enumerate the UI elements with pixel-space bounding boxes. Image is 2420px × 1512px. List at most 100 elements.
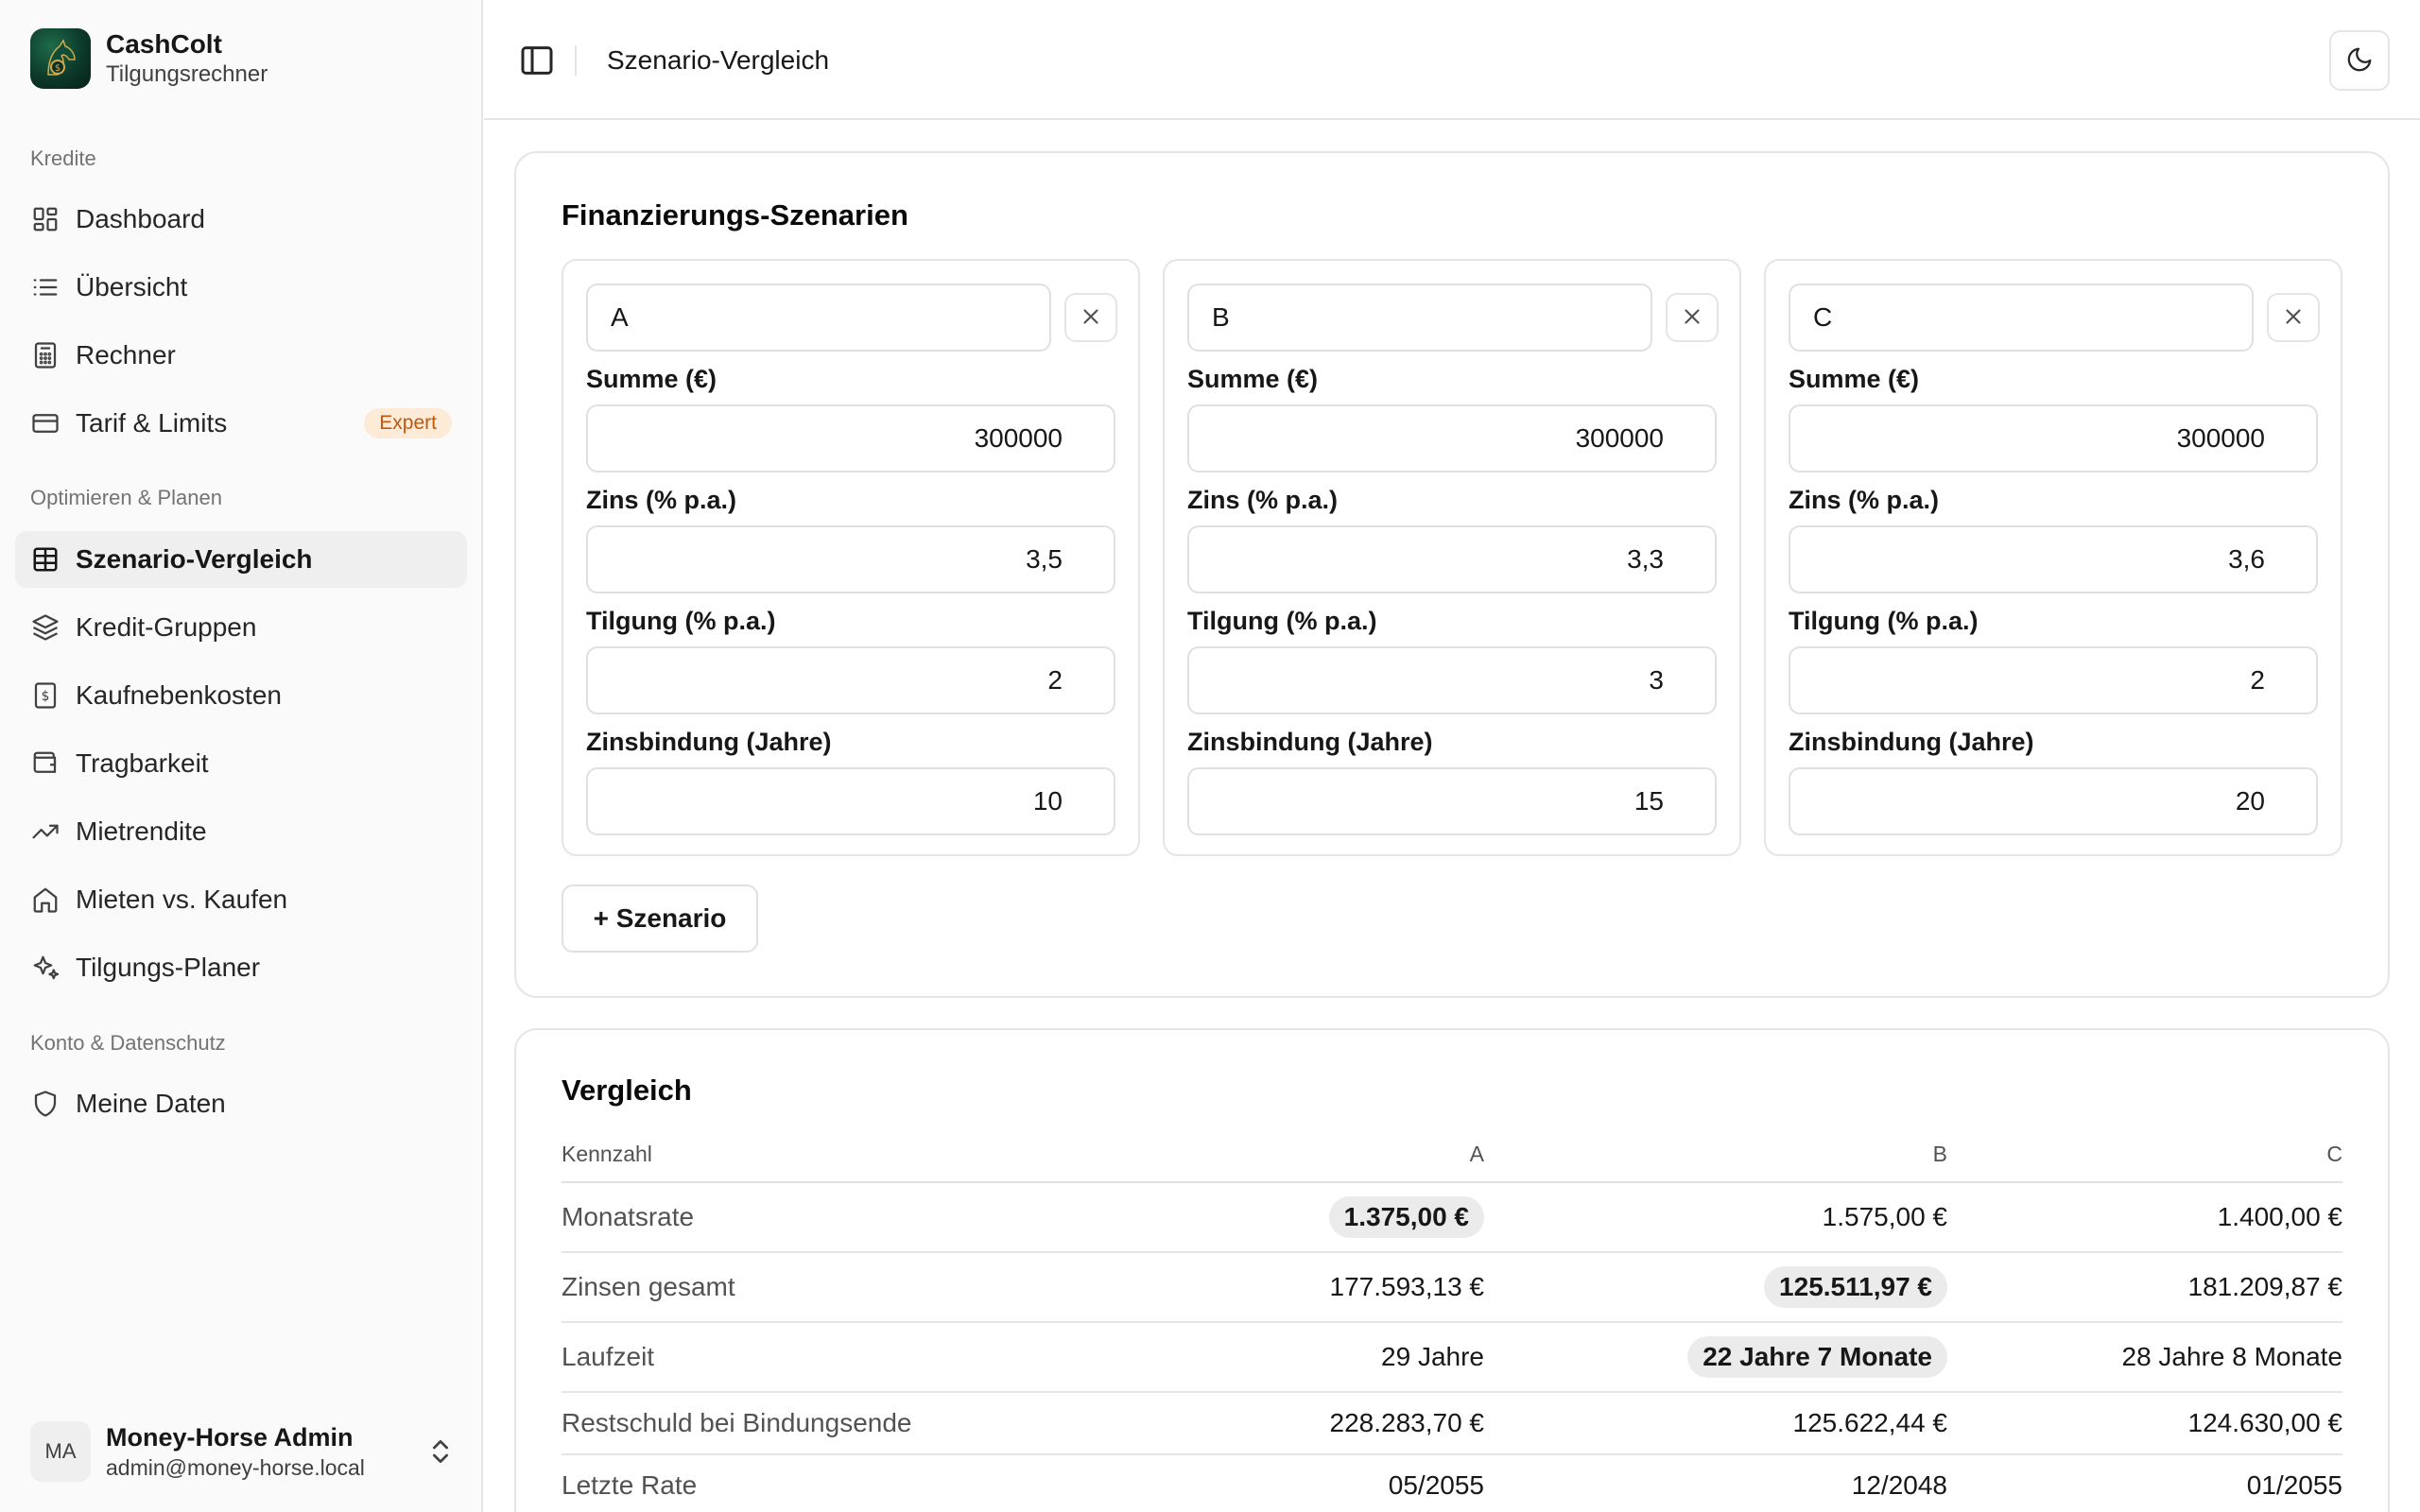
theme-toggle-button[interactable] (2329, 30, 2390, 91)
remove-scenario-button[interactable] (1666, 293, 1719, 342)
sidebar-item-rental-yield[interactable]: Mietrendite (15, 803, 467, 860)
sidebar-item-dashboard[interactable]: Dashboard (15, 191, 467, 248)
sidebar-item-repayment-planner[interactable]: Tilgungs-Planer (15, 939, 467, 996)
user-email: admin@money-horse.local (106, 1455, 365, 1480)
nav-group-label: Optimieren & Planen (30, 486, 222, 509)
table-icon (30, 544, 60, 575)
fixed-period-label: Zinsbindung (Jahre) (1789, 728, 2034, 756)
scenario-card-c: C Summe (€) 300000 Zins (% p.a.) 3,6 Til… (1764, 259, 2342, 856)
table-row: Laufzeit 29 Jahre 22 Jahre 7 Monate 28 J… (562, 1323, 2342, 1393)
remove-scenario-button[interactable] (1064, 293, 1117, 342)
sidebar-item-tariff[interactable]: Tarif & Limits Expert (15, 395, 467, 452)
dashboard-icon (30, 204, 60, 234)
row-label: Laufzeit (562, 1342, 655, 1371)
page-title: Szenario-Vergleich (607, 45, 830, 75)
cell-b: 1.575,00 € (1822, 1202, 1947, 1231)
cell-a: 228.283,70 € (1329, 1408, 1485, 1437)
column-header: C (2326, 1142, 2342, 1166)
svg-text:$: $ (42, 689, 50, 704)
amount-input[interactable]: 300000 (586, 404, 1115, 472)
home-icon (30, 885, 60, 915)
avatar: MA (30, 1421, 91, 1482)
chevrons-up-down-icon (425, 1436, 456, 1467)
repayment-input[interactable]: 2 (586, 646, 1115, 714)
wallet-icon (30, 748, 60, 779)
sidebar-item-scenario-compare[interactable]: Szenario-Vergleich (15, 531, 467, 588)
close-icon (1680, 304, 1704, 332)
sidebar-item-purchase-costs[interactable]: $ Kaufnebenkosten (15, 667, 467, 724)
amount-label: Summe (€) (586, 365, 717, 393)
fixed-period-label: Zinsbindung (Jahre) (586, 728, 832, 756)
cell-c: 1.400,00 € (2217, 1202, 2342, 1231)
cell-c: 01/2055 (2246, 1470, 2342, 1500)
sidebar-item-label: Tarif & Limits (76, 408, 228, 438)
shield-icon (30, 1089, 60, 1119)
fixed-period-input[interactable]: 20 (1789, 767, 2318, 835)
add-scenario-button[interactable]: + Szenario (562, 885, 758, 953)
scenarios-card: Finanzierungs-Szenarien A Summe (€) 3000… (514, 151, 2390, 998)
sidebar-item-calculator[interactable]: Rechner (15, 327, 467, 384)
column-header: B (1932, 1142, 1947, 1166)
repayment-input[interactable]: 2 (1789, 646, 2318, 714)
row-label: Letzte Rate (562, 1470, 698, 1500)
user-name: Money-Horse Admin (106, 1423, 354, 1452)
sidebar-item-label: Mieten vs. Kaufen (76, 885, 288, 914)
expert-badge: Expert (364, 408, 452, 438)
list-icon (30, 272, 60, 302)
sidebar-item-label: Mietrendite (76, 816, 207, 846)
sidebar-item-affordability[interactable]: Tragbarkeit (15, 735, 467, 792)
sidebar-item-label: Rechner (76, 340, 176, 369)
rate-input[interactable]: 3,5 (586, 525, 1115, 593)
trending-up-icon (30, 816, 60, 847)
card-title: Finanzierungs-Szenarien (562, 198, 908, 232)
rate-label: Zins (% p.a.) (1789, 486, 1940, 514)
cell-c: 181.209,87 € (2187, 1272, 2343, 1301)
brand[interactable]: $ CashColt Tilgungsrechner (30, 28, 268, 89)
sidebar-item-label: Meine Daten (76, 1089, 226, 1118)
rate-input[interactable]: 3,6 (1789, 525, 2318, 593)
cell-b: 22 Jahre 7 Monate (1687, 1336, 1947, 1378)
remove-scenario-button[interactable] (2267, 293, 2320, 342)
sidebar-item-overview[interactable]: Übersicht (15, 259, 467, 316)
close-icon (2281, 304, 2306, 332)
sidebar-item-label: Dashboard (76, 204, 205, 233)
amount-input[interactable]: 300000 (1187, 404, 1717, 472)
amount-label: Summe (€) (1187, 365, 1319, 393)
sidebar-item-label: Tragbarkeit (76, 748, 209, 778)
sidebar-item-label: Szenario-Vergleich (76, 544, 313, 574)
sidebar-item-rent-vs-buy[interactable]: Mieten vs. Kaufen (15, 871, 467, 928)
amount-input[interactable]: 300000 (1789, 404, 2318, 472)
brand-subtitle: Tilgungsrechner (106, 61, 268, 87)
scenario-name-input[interactable]: B (1187, 284, 1652, 352)
cell-b: 125.622,44 € (1792, 1408, 1948, 1437)
nav-group-label: Kredite (30, 146, 96, 170)
rate-label: Zins (% p.a.) (586, 486, 737, 514)
scenario-name-input[interactable]: C (1789, 284, 2254, 352)
calculator-icon (30, 340, 60, 370)
scenario-name-input[interactable]: A (586, 284, 1051, 352)
rate-input[interactable]: 3,3 (1187, 525, 1717, 593)
sidebar-item-credit-groups[interactable]: Kredit-Gruppen (15, 599, 467, 656)
row-label: Zinsen gesamt (562, 1272, 735, 1301)
cell-b: 125.511,97 € (1764, 1266, 1947, 1308)
sidebar-toggle-icon[interactable] (518, 42, 556, 79)
table-row: Restschuld bei Bindungsende 228.283,70 €… (562, 1393, 2342, 1455)
sidebar-item-my-data[interactable]: Meine Daten (15, 1075, 467, 1132)
close-icon (1079, 304, 1103, 332)
fixed-period-input[interactable]: 15 (1187, 767, 1717, 835)
table-row: Zinsen gesamt 177.593,13 € 125.511,97 € … (562, 1253, 2342, 1323)
sparkles-icon (30, 953, 60, 983)
nav-group-label: Konto & Datenschutz (30, 1031, 226, 1055)
row-label: Restschuld bei Bindungsende (562, 1408, 912, 1437)
fixed-period-label: Zinsbindung (Jahre) (1187, 728, 1433, 756)
horse-logo-icon: $ (30, 28, 91, 89)
cell-a: 1.375,00 € (1328, 1196, 1484, 1238)
repayment-input[interactable]: 3 (1187, 646, 1717, 714)
user-menu[interactable]: MA Money-Horse Admin admin@money-horse.l… (30, 1418, 456, 1486)
receipt-icon: $ (30, 680, 60, 711)
sidebar-item-label: Übersicht (76, 272, 188, 301)
sidebar-item-label: Tilgungs-Planer (76, 953, 261, 982)
cell-a: 177.593,13 € (1329, 1272, 1485, 1301)
fixed-period-input[interactable]: 10 (586, 767, 1115, 835)
repayment-label: Tilgung (% p.a.) (1789, 607, 1979, 635)
